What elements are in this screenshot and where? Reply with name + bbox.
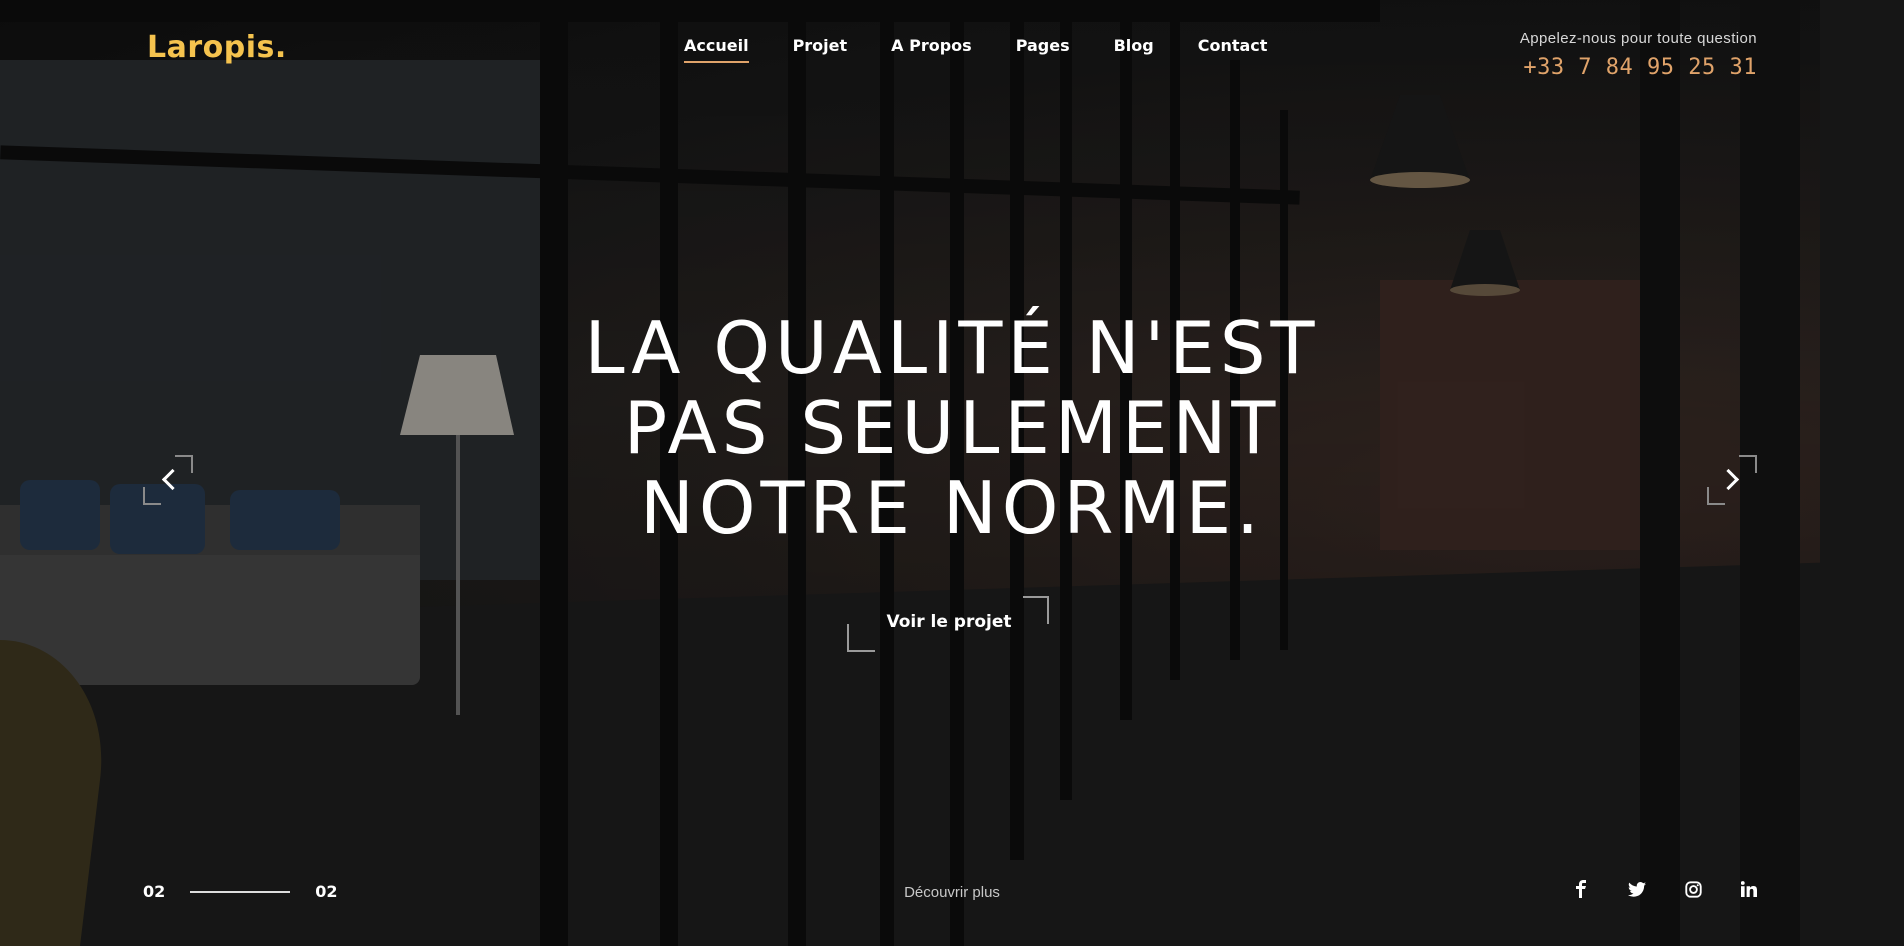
headline-line-2: PAS SEULEMENT <box>623 386 1281 470</box>
social-links <box>1572 880 1758 898</box>
main-navigation: Accueil Projet A Propos Pages Blog Conta… <box>684 36 1311 63</box>
phone-number[interactable]: +33 7 84 95 25 31 <box>1520 55 1757 80</box>
twitter-icon[interactable] <box>1628 880 1646 898</box>
headline-line-3: NOTRE NORME. <box>640 466 1264 550</box>
hero-headline: LA QUALITÉ N'EST PAS SEULEMENT NOTRE NOR… <box>500 308 1404 548</box>
nav-item-contact[interactable]: Contact <box>1198 36 1268 63</box>
nav-item-a-propos[interactable]: A Propos <box>891 36 972 63</box>
site-logo[interactable]: Laropis. <box>147 30 287 65</box>
linkedin-icon[interactable] <box>1740 880 1758 898</box>
total-slides: 02 <box>315 882 338 901</box>
nav-item-projet[interactable]: Projet <box>793 36 848 63</box>
instagram-icon[interactable] <box>1684 880 1702 898</box>
nav-item-accueil[interactable]: Accueil <box>684 36 749 63</box>
contact-label: Appelez-nous pour toute question <box>1519 30 1757 47</box>
current-slide: 02 <box>143 882 166 901</box>
contact-box: Appelez-nous pour toute question +33 7 8… <box>1520 30 1757 80</box>
slide-counter: 02 02 <box>143 882 338 901</box>
slider-prev-button[interactable] <box>143 455 193 505</box>
nav-item-blog[interactable]: Blog <box>1114 36 1154 63</box>
view-project-label[interactable]: Voir le projet <box>847 612 1051 632</box>
slider-next-button[interactable] <box>1707 455 1757 505</box>
nav-item-pages[interactable]: Pages <box>1016 36 1070 63</box>
slide-progress-line <box>190 890 291 893</box>
discover-more-link[interactable]: Découvrir plus <box>852 884 1052 901</box>
hero-section: Laropis. Accueil Projet A Propos Pages B… <box>0 0 1904 946</box>
facebook-icon[interactable] <box>1572 880 1590 898</box>
headline-line-1: LA QUALITÉ N'EST <box>584 306 1320 390</box>
view-project-button[interactable]: Voir le projet <box>847 594 1051 652</box>
